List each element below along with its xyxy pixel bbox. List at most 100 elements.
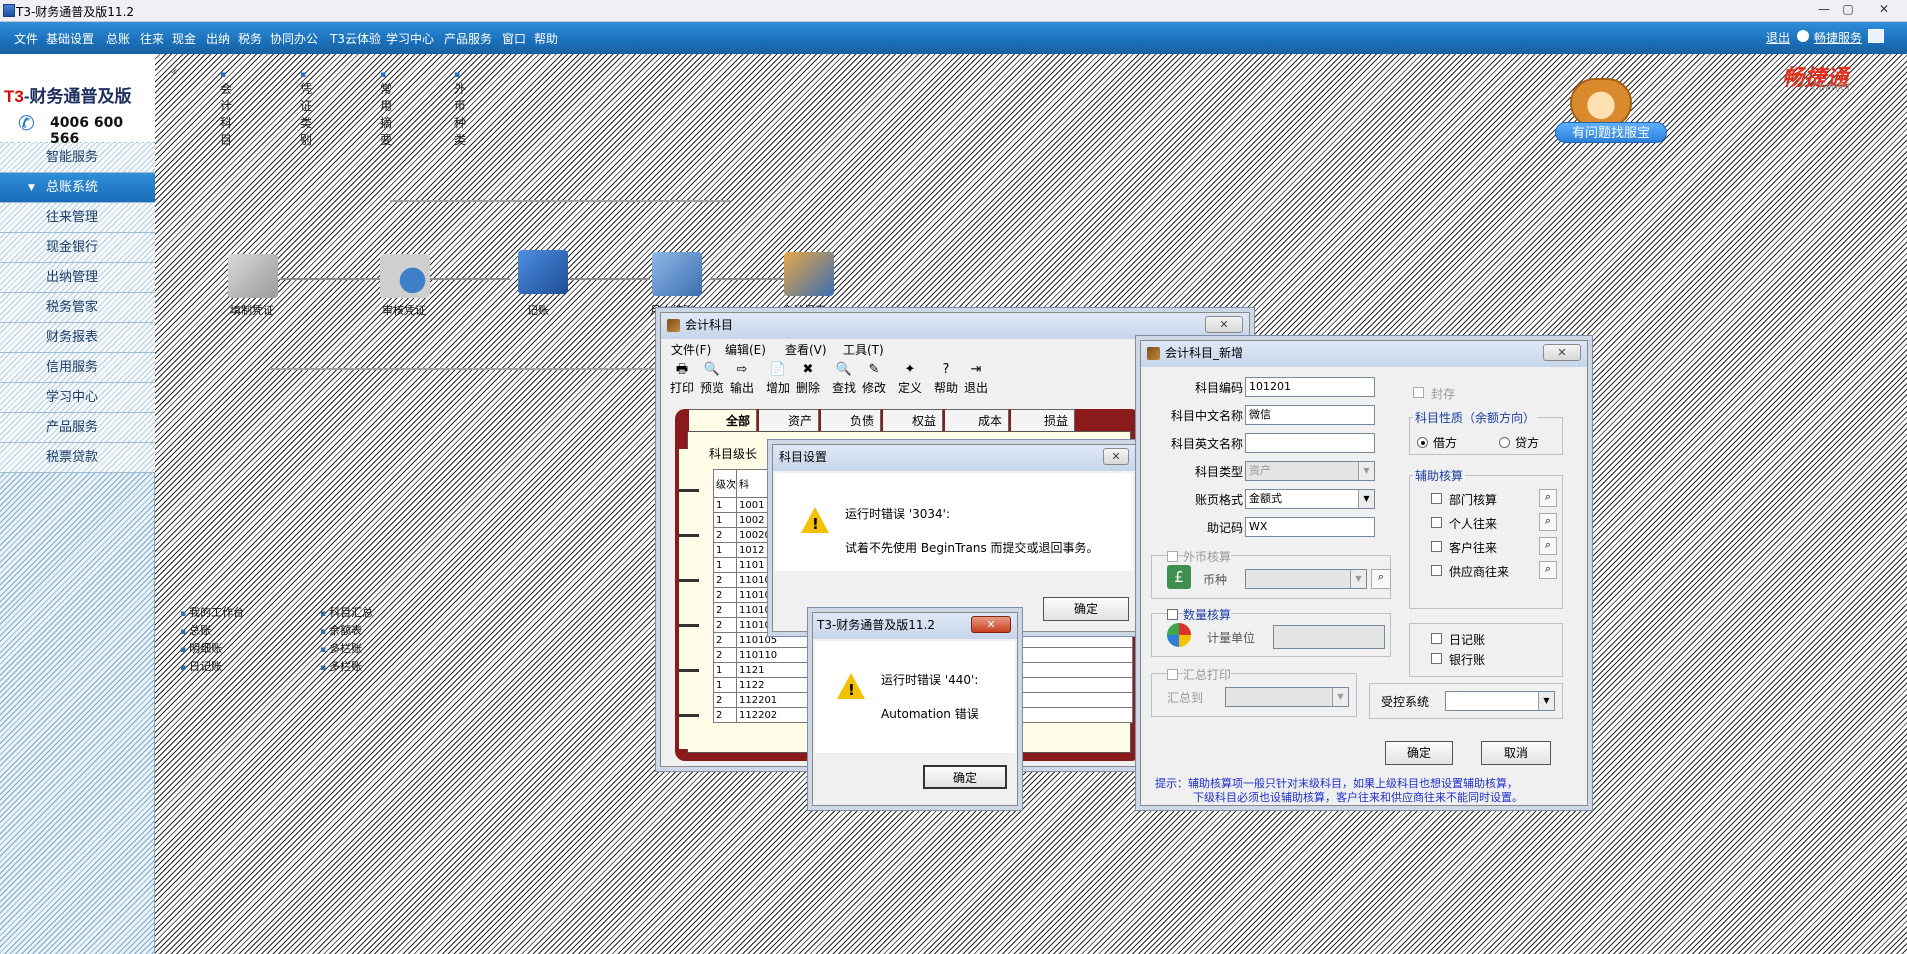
- dept-search-icon[interactable]: ⌕: [1539, 489, 1557, 507]
- fill-voucher-icon[interactable]: [228, 254, 278, 298]
- tab-profit-loss[interactable]: 损益: [1011, 409, 1075, 431]
- summary-print-checkbox[interactable]: [1167, 669, 1178, 680]
- qty-checkbox[interactable]: [1167, 609, 1178, 620]
- preview-button[interactable]: 🔍 预览: [697, 361, 727, 399]
- unit-field[interactable]: [1273, 625, 1385, 649]
- coa-menu-tools[interactable]: 工具(T): [843, 341, 884, 358]
- quick-link-accounts[interactable]: 会计科目: [220, 66, 232, 148]
- cancel-button[interactable]: 取消: [1481, 741, 1551, 765]
- sidebar-item-learning[interactable]: 学习中心: [0, 383, 155, 413]
- debit-radio[interactable]: [1417, 437, 1428, 448]
- quick-link-currencies[interactable]: 外币种类: [454, 66, 466, 148]
- menu-basic-settings[interactable]: 基础设置: [46, 30, 94, 47]
- tab-equity[interactable]: 权益: [883, 409, 943, 431]
- sidebar-item-cash-bank[interactable]: 现金银行: [0, 233, 155, 263]
- exit-button[interactable]: ⇥ 退出: [961, 361, 991, 399]
- sidebar-item-tax-loan[interactable]: 税票贷款: [0, 443, 155, 473]
- quick-link-summaries[interactable]: 常用摘要: [380, 66, 392, 148]
- quick-link-voucher-types[interactable]: 凭证类别: [300, 66, 312, 148]
- export-button[interactable]: ⇨ 输出: [727, 361, 757, 399]
- delete-button[interactable]: ✖ 删除: [793, 361, 823, 399]
- customer-search-icon[interactable]: ⌕: [1539, 537, 1557, 555]
- menu-collab[interactable]: 协同办公: [270, 30, 318, 47]
- month-end-icon[interactable]: [652, 252, 702, 296]
- controlled-select[interactable]: ▼: [1445, 691, 1555, 711]
- tab-liabilities[interactable]: 负债: [821, 409, 881, 431]
- sidebar-item-reports[interactable]: 财务报表: [0, 323, 155, 353]
- sidebar-item-general-ledger[interactable]: ▼ 总账系统: [0, 173, 155, 203]
- summary-to-select[interactable]: ▼: [1225, 687, 1349, 707]
- dept-checkbox[interactable]: [1431, 493, 1442, 504]
- tab-all[interactable]: 全部: [689, 409, 757, 431]
- confirm-button[interactable]: 确定: [1385, 741, 1453, 765]
- sidebar-item-product-service[interactable]: 产品服务: [0, 413, 155, 443]
- menu-window[interactable]: 窗口: [502, 30, 526, 47]
- link-detail-ledger[interactable]: 明细账: [180, 640, 222, 656]
- help-button[interactable]: ? 帮助: [931, 361, 961, 399]
- menu-product-service[interactable]: 产品服务: [444, 30, 492, 47]
- supplier-search-icon[interactable]: ⌕: [1539, 561, 1557, 579]
- personal-search-icon[interactable]: ⌕: [1539, 513, 1557, 531]
- sidebar-item-cashier[interactable]: 出纳管理: [0, 263, 155, 293]
- collapse-sidebar-icon[interactable]: «: [170, 64, 177, 78]
- menu-cashier[interactable]: 出纳: [206, 30, 230, 47]
- sidebar-item-smart-service[interactable]: 智能服务: [0, 143, 155, 173]
- link-multi-column-1[interactable]: 多栏账: [320, 640, 362, 656]
- add-button[interactable]: 📄 增加: [763, 361, 793, 399]
- coa-close-button[interactable]: ✕: [1205, 316, 1243, 333]
- menu-receivables[interactable]: 往来: [140, 30, 164, 47]
- type-select[interactable]: 资产 ▼: [1245, 461, 1375, 481]
- minimize-button[interactable]: —: [1814, 2, 1834, 18]
- menu-tax[interactable]: 税务: [238, 30, 262, 47]
- print-button[interactable]: 🖶 打印: [667, 361, 697, 399]
- code-field[interactable]: 101201: [1245, 377, 1375, 397]
- coa-menu-view[interactable]: 查看(V): [785, 341, 827, 358]
- coa-menu-file[interactable]: 文件(F): [671, 341, 711, 358]
- close-window-button[interactable]: ✕: [1874, 2, 1894, 18]
- bank-checkbox[interactable]: [1431, 653, 1442, 664]
- exit-link[interactable]: 退出: [1766, 29, 1790, 46]
- en-name-field[interactable]: [1245, 433, 1375, 453]
- settings-close-button[interactable]: ✕: [1103, 448, 1129, 465]
- menu-file[interactable]: 文件: [14, 30, 38, 47]
- seal-checkbox[interactable]: [1413, 387, 1424, 398]
- supplier-checkbox[interactable]: [1431, 565, 1442, 576]
- audit-voucher-icon[interactable]: [380, 254, 430, 298]
- find-button[interactable]: 🔍 查找: [829, 361, 859, 399]
- mascot-icon[interactable]: [1570, 78, 1632, 128]
- link-balance[interactable]: 余额表: [320, 622, 362, 638]
- link-multi-column-2[interactable]: 多栏账: [320, 658, 362, 674]
- menu-t3-cloud[interactable]: T3云体验: [330, 30, 381, 47]
- sidebar-item-tax[interactable]: 税务管家: [0, 293, 155, 323]
- cn-name-field[interactable]: 微信: [1245, 405, 1375, 425]
- ask-assistant-button[interactable]: 有问题找服宝: [1555, 122, 1667, 143]
- new-account-close-button[interactable]: ✕: [1543, 344, 1581, 361]
- error-close-button[interactable]: ✕: [971, 616, 1011, 633]
- tab-assets[interactable]: 资产: [759, 409, 819, 431]
- link-journal[interactable]: 日记账: [180, 658, 222, 674]
- link-my-workbench[interactable]: 我的工作台: [180, 604, 244, 620]
- link-ledger[interactable]: 总账: [180, 622, 211, 638]
- chanjet-service-link[interactable]: 畅捷服务: [1814, 29, 1862, 46]
- error-ok-button[interactable]: 确定: [923, 765, 1007, 789]
- personal-checkbox[interactable]: [1431, 517, 1442, 528]
- customer-checkbox[interactable]: [1431, 541, 1442, 552]
- sidebar-item-credit[interactable]: 信用服务: [0, 353, 155, 383]
- menu-ledger[interactable]: 总账: [106, 30, 130, 47]
- fx-checkbox[interactable]: [1167, 551, 1178, 562]
- post-ledger-icon[interactable]: [518, 250, 568, 294]
- menu-learning[interactable]: 学习中心: [386, 30, 434, 47]
- maximize-button[interactable]: ▢: [1838, 2, 1858, 18]
- report-icon[interactable]: [784, 252, 834, 296]
- tab-cost[interactable]: 成本: [945, 409, 1009, 431]
- define-button[interactable]: ✦ 定义: [895, 361, 925, 399]
- sidebar-item-receivables[interactable]: 往来管理: [0, 203, 155, 233]
- link-summary[interactable]: 科目汇总: [320, 604, 373, 620]
- credit-radio[interactable]: [1499, 437, 1510, 448]
- currency-select[interactable]: ▼: [1245, 569, 1367, 589]
- chat-icon[interactable]: [1868, 29, 1884, 43]
- format-select[interactable]: 金额式 ▼: [1245, 489, 1375, 509]
- journal-checkbox[interactable]: [1431, 633, 1442, 644]
- settings-ok-button[interactable]: 确定: [1043, 597, 1129, 621]
- menu-help[interactable]: 帮助: [534, 30, 558, 47]
